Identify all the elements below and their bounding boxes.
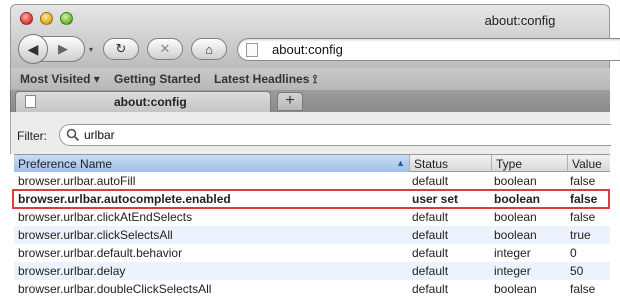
preference-status: default — [412, 174, 449, 188]
column-header-type[interactable]: Type — [492, 155, 568, 172]
reload-button[interactable]: ↻ — [103, 38, 139, 60]
preference-status: default — [412, 228, 449, 242]
preference-value: true — [570, 228, 591, 242]
home-button[interactable]: ⌂ — [191, 38, 227, 60]
search-icon — [66, 128, 80, 142]
reload-icon: ↻ — [115, 41, 127, 56]
preference-status: default — [412, 210, 449, 224]
table-row[interactable]: browser.urlbar.clickAtEndSelects default… — [14, 208, 610, 226]
preference-type: boolean — [494, 192, 541, 206]
preference-status: default — [412, 264, 449, 278]
back-arrow-icon: ◀ — [27, 40, 39, 57]
preference-value: 0 — [570, 246, 577, 260]
table-row[interactable]: browser.urlbar.clickSelectsAll default b… — [14, 226, 610, 244]
preference-type: boolean — [494, 228, 537, 242]
column-header-value[interactable]: Value — [568, 155, 610, 172]
bookmark-most-visited[interactable]: Most Visited ▾ — [20, 72, 100, 86]
preference-value: false — [570, 174, 596, 188]
preference-name: browser.urlbar.delay — [18, 264, 126, 278]
preference-name: browser.urlbar.default.behavior — [18, 246, 183, 260]
table-header: Preference Name ▲ Status Type Value — [14, 154, 610, 172]
window-title: about:config — [484, 13, 556, 28]
bookmark-latest-headlines[interactable]: Latest Headlines ⟟ — [214, 72, 317, 87]
tab-about-config[interactable]: about:config — [15, 91, 271, 112]
preference-type: boolean — [494, 282, 537, 296]
preference-value: false — [570, 282, 596, 296]
url-text[interactable]: about:config — [272, 42, 343, 57]
stop-button[interactable]: ✕ — [147, 38, 183, 60]
column-header-label: Preference Name — [18, 157, 113, 171]
preference-status: default — [412, 282, 449, 296]
table-row[interactable]: browser.urlbar.doubleClickSelectsAll def… — [14, 280, 610, 298]
preference-status: user set — [412, 192, 459, 206]
table-row[interactable]: browser.urlbar.default.behavior default … — [14, 244, 610, 262]
table-row[interactable]: browser.urlbar.autocomplete.enabled user… — [12, 189, 610, 209]
preference-type: integer — [494, 264, 531, 278]
filter-value[interactable]: urlbar — [84, 128, 115, 142]
column-header-preference-name[interactable]: Preference Name ▲ — [14, 155, 410, 172]
preferences-table: Preference Name ▲ Status Type Value brow… — [12, 154, 610, 298]
preference-type: integer — [494, 246, 531, 260]
stop-icon: ✕ — [159, 41, 171, 56]
preference-value: false — [570, 192, 598, 206]
bookmarks-toolbar: Most Visited ▾ Getting Started Latest He… — [10, 68, 610, 90]
back-forward-group: ◀ ▶ — [18, 34, 85, 64]
preference-status: default — [412, 246, 449, 260]
filter-bar: Filter: urlbar — [10, 112, 611, 154]
filter-input[interactable]: urlbar — [59, 124, 611, 146]
bookmark-getting-started[interactable]: Getting Started — [114, 72, 201, 86]
preference-name: browser.urlbar.doubleClickSelectsAll — [18, 282, 212, 296]
preference-value: false — [570, 210, 596, 224]
home-icon: ⌂ — [205, 41, 213, 57]
preference-type: boolean — [494, 174, 537, 188]
preference-name: browser.urlbar.autoFill — [18, 174, 136, 188]
table-row[interactable]: browser.urlbar.autoFill default boolean … — [14, 172, 610, 190]
url-bar[interactable]: about:config — [237, 38, 620, 61]
new-tab-button[interactable]: + — [277, 92, 303, 111]
tab-strip: about:config + — [10, 90, 610, 112]
column-header-status[interactable]: Status — [410, 155, 492, 172]
tab-title: about:config — [114, 95, 187, 109]
preference-name: browser.urlbar.autocomplete.enabled — [18, 192, 231, 206]
filter-label: Filter: — [17, 129, 47, 143]
history-dropdown-icon[interactable]: ▾ — [89, 45, 93, 54]
window-titlebar: about:config ◀ ▶ ▾ ↻ ✕ ⌂ about:config — [10, 4, 620, 68]
back-button[interactable]: ◀ — [18, 34, 48, 64]
preference-name: browser.urlbar.clickSelectsAll — [18, 228, 173, 242]
preference-value: 50 — [570, 264, 584, 278]
table-row[interactable]: browser.urlbar.delay default integer 50 — [14, 262, 610, 280]
page-icon — [25, 95, 36, 108]
sort-ascending-icon: ▲ — [396, 158, 405, 168]
page-icon — [246, 43, 258, 57]
forward-button[interactable]: ▶ — [58, 41, 68, 57]
preference-type: boolean — [494, 210, 537, 224]
preference-name: browser.urlbar.clickAtEndSelects — [18, 210, 193, 224]
